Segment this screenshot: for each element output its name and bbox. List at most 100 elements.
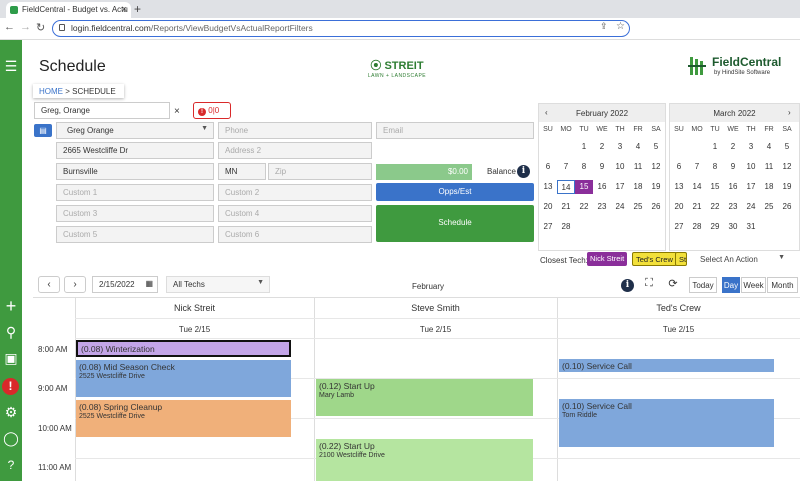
calendar-day[interactable]: 27	[670, 220, 688, 234]
calendar-day[interactable]: 15	[575, 180, 593, 194]
calendar-day[interactable]: 31	[742, 220, 760, 234]
calendar-day[interactable]: 21	[557, 200, 575, 214]
close-tab-icon[interactable]: ×	[122, 4, 127, 14]
calendar-day[interactable]: 23	[724, 200, 742, 214]
appointment-mid-season-check[interactable]: (0.08) Mid Season Check 2525 Westcliffe …	[76, 360, 291, 397]
calendar-day[interactable]: 18	[629, 180, 647, 194]
calendar-day[interactable]: 12	[778, 160, 796, 174]
back-icon[interactable]: ←	[4, 21, 15, 33]
calendar-day[interactable]: 26	[647, 200, 665, 214]
calendar-day[interactable]: 20	[539, 200, 557, 214]
calendar-day[interactable]: 8	[706, 160, 724, 174]
custom6-field[interactable]: Custom 6	[218, 226, 372, 243]
custom2-field[interactable]: Custom 2	[218, 184, 372, 201]
calendar-day[interactable]: 1	[706, 140, 724, 154]
menu-icon[interactable]: ☰	[0, 58, 22, 75]
calendar-day[interactable]: 8	[575, 160, 593, 174]
help-icon[interactable]: ?	[0, 458, 22, 472]
calendar-day[interactable]: 25	[760, 200, 778, 214]
user-icon[interactable]: ◯	[0, 430, 22, 447]
url-input[interactable]: login.fieldcentral.com/Reports/ViewBudge…	[52, 20, 630, 37]
date-picker-input[interactable]: 2/15/2022 ▦	[92, 276, 158, 293]
closest-tech-teds-crew[interactable]: Ted's Crew	[632, 252, 677, 266]
calendar-day[interactable]: 10	[742, 160, 760, 174]
new-tab-icon[interactable]: +	[134, 2, 141, 16]
today-button[interactable]: Today	[689, 277, 717, 293]
calendar-day[interactable]: 26	[778, 200, 796, 214]
opps-est-button[interactable]: Opps/Est	[376, 183, 534, 201]
scheduler-info-icon[interactable]: i	[621, 279, 634, 292]
appointment-start-up-mary-lamb[interactable]: (0.12) Start Up Mary Lamb	[316, 379, 533, 416]
fullscreen-icon[interactable]: ⛶	[641, 277, 657, 293]
contact-select[interactable]: Greg Orange ▼	[56, 122, 214, 139]
closest-tech-nick-streit[interactable]: Nick Streit	[587, 252, 628, 266]
search-icon[interactable]: ⚲	[0, 324, 22, 341]
clear-search-icon[interactable]: ×	[174, 106, 180, 117]
city-field[interactable]: Burnsville	[56, 163, 214, 180]
add-icon[interactable]: +	[0, 296, 22, 317]
calendar-day[interactable]: 20	[670, 200, 688, 214]
reload-icon[interactable]: ↻	[36, 21, 45, 34]
calendar-day[interactable]: 13	[539, 180, 557, 194]
bookmark-star-icon[interactable]: ☆	[616, 21, 625, 32]
calendar-day[interactable]: 11	[629, 160, 647, 174]
week-view-button[interactable]: Week	[741, 277, 766, 293]
calendar-day[interactable]: 3	[742, 140, 760, 154]
phone-field[interactable]: Phone	[218, 122, 372, 139]
calendar-day[interactable]: 14	[688, 180, 706, 194]
custom1-field[interactable]: Custom 1	[56, 184, 214, 201]
appointment-winterization[interactable]: (0.08) Winterization	[76, 340, 291, 357]
calendar-day[interactable]: 9	[593, 160, 611, 174]
select-action-dropdown[interactable]: Select An Action ▼	[690, 252, 790, 268]
appointment-spring-cleanup[interactable]: (0.08) Spring Cleanup 2525 Westcliffe Dr…	[76, 400, 291, 437]
calendar-day[interactable]: 7	[557, 160, 575, 174]
calendar-day[interactable]: 4	[760, 140, 778, 154]
calendar-day[interactable]: 23	[593, 200, 611, 214]
calendar-day[interactable]: 15	[706, 180, 724, 194]
calendar-day[interactable]: 2	[593, 140, 611, 154]
schedule-button[interactable]: Schedule	[376, 205, 534, 242]
address1-field[interactable]: 2665 Westcliffe Dr	[56, 142, 214, 159]
calendar-day[interactable]: 19	[778, 180, 796, 194]
calendar-day[interactable]: 25	[629, 200, 647, 214]
appointment-service-call-tom-riddle[interactable]: (0.10) Service Call Tom Riddle	[559, 399, 774, 447]
state-field[interactable]: MN	[218, 163, 266, 180]
calendar-day[interactable]: 19	[647, 180, 665, 194]
calendar-day[interactable]: 12	[647, 160, 665, 174]
calendar-day[interactable]: 9	[724, 160, 742, 174]
alert-icon[interactable]: !	[2, 378, 19, 395]
tech-filter-select[interactable]: All Techs ▼	[166, 276, 270, 293]
calendar-day[interactable]: 30	[724, 220, 742, 234]
calendar-day[interactable]: 1	[575, 140, 593, 154]
calendar-day[interactable]: 17	[742, 180, 760, 194]
calendar-day[interactable]: 16	[724, 180, 742, 194]
calendar-icon[interactable]: ▦	[145, 279, 153, 288]
custom4-field[interactable]: Custom 4	[218, 205, 372, 222]
next-month-icon[interactable]: ›	[788, 108, 791, 117]
day-view-button[interactable]: Day	[722, 277, 740, 293]
calendar-day[interactable]: 29	[706, 220, 724, 234]
appointment-start-up-westcliffe[interactable]: (0.22) Start Up 2100 Westcliffe Drive	[316, 439, 533, 481]
calendar-day[interactable]: 21	[688, 200, 706, 214]
calendar-day[interactable]: 24	[742, 200, 760, 214]
address2-field[interactable]: Address 2	[218, 142, 372, 159]
calendar-day[interactable]: 6	[670, 160, 688, 174]
next-day-button[interactable]: ›	[64, 276, 86, 293]
gear-icon[interactable]: ⚙	[0, 404, 22, 421]
calendar-add-icon[interactable]: ▣	[0, 350, 22, 367]
calendar-day[interactable]: 17	[611, 180, 629, 194]
calendar-day[interactable]: 28	[688, 220, 706, 234]
calendar-day[interactable]: 7	[688, 160, 706, 174]
customer-search-input[interactable]: Greg, Orange	[34, 102, 170, 119]
custom3-field[interactable]: Custom 3	[56, 205, 214, 222]
breadcrumb-home[interactable]: HOME	[39, 87, 63, 96]
alert-count-badge[interactable]: ! 0|0	[193, 102, 231, 119]
calendar-day[interactable]: 22	[575, 200, 593, 214]
forward-icon[interactable]: →	[20, 21, 31, 33]
calendar-day[interactable]: 14	[557, 180, 575, 194]
calendar-day[interactable]: 24	[611, 200, 629, 214]
calendar-day[interactable]: 6	[539, 160, 557, 174]
calendar-day[interactable]: 18	[760, 180, 778, 194]
month-view-button[interactable]: Month	[767, 277, 798, 293]
share-icon[interactable]: ⇪	[600, 21, 608, 32]
